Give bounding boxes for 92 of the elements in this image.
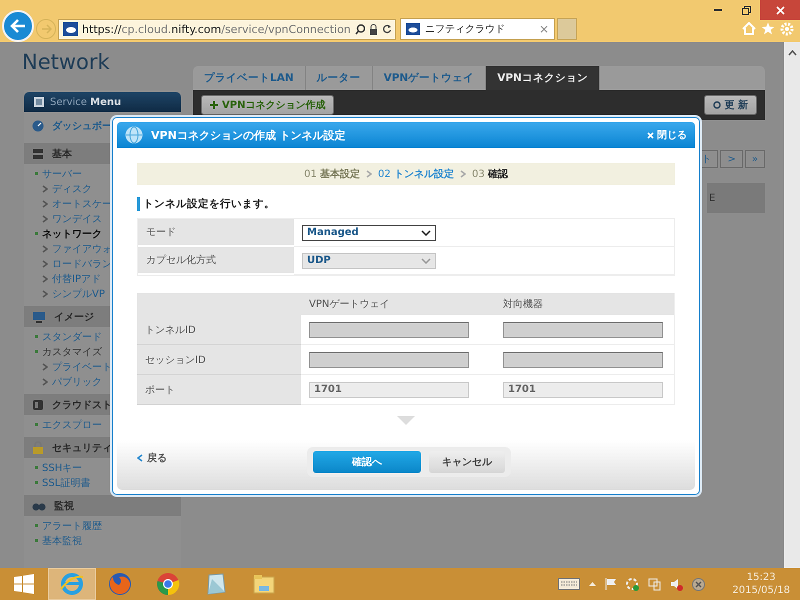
menu-section[interactable]: 監視 <box>24 495 181 516</box>
menu-item[interactable]: ディスク <box>35 181 181 196</box>
caret-up-icon <box>589 582 596 586</box>
network-icon <box>648 578 662 590</box>
server-icon <box>32 148 44 160</box>
list-icon <box>34 97 44 107</box>
sync-icon <box>626 578 640 590</box>
section-heading: トンネル設定を行います。 <box>137 197 675 211</box>
row-label: ポート <box>137 375 301 405</box>
tab-close-button[interactable]: × <box>538 22 549 36</box>
speaker-muted-icon <box>670 578 684 590</box>
menu-item[interactable]: 基本監視 <box>35 533 181 548</box>
browser-icon <box>107 571 133 597</box>
triangle-down-icon <box>397 416 415 425</box>
column-header: 対向機器 <box>495 293 674 315</box>
pager-button[interactable]: > <box>720 150 743 168</box>
scrollbar[interactable] <box>784 42 800 568</box>
create-button[interactable]: VPNコネクション作成 <box>201 95 334 115</box>
menu-item[interactable]: エクスプロー <box>35 417 181 432</box>
windows-logo-icon <box>14 574 34 594</box>
lock-icon <box>32 441 44 454</box>
list-panel: E <box>707 183 765 213</box>
minimize-icon <box>714 9 722 11</box>
close-button[interactable] <box>760 0 800 20</box>
caret-icon <box>421 230 431 236</box>
input-field[interactable] <box>503 352 663 368</box>
storage-icon <box>32 398 44 410</box>
page-title: Network <box>22 49 111 76</box>
input-field[interactable] <box>309 352 469 368</box>
section-title: クラウドスト <box>52 398 112 412</box>
globe-icon <box>125 126 143 144</box>
taskbar-app[interactable] <box>48 568 96 600</box>
input-field[interactable]: 1701 <box>309 382 469 398</box>
binoculars-icon <box>32 500 46 510</box>
row-label: トンネルID <box>137 315 301 345</box>
section-title: 監視 <box>54 500 74 512</box>
step: 01 基本設定 <box>304 167 360 181</box>
section-title: イメージ <box>54 310 94 324</box>
back-button[interactable] <box>2 10 34 42</box>
section-title: 基本 <box>52 148 72 160</box>
lock-icon <box>369 24 378 34</box>
step: 02 トンネル設定 <box>378 167 454 181</box>
browser-icon <box>155 571 181 597</box>
pager-button[interactable]: » <box>744 150 765 168</box>
url-text: https://cp.cloud.nifty.com/service/vpnConnection <box>82 22 351 36</box>
confirm-button[interactable]: 確認へ <box>313 451 421 473</box>
browser-tab[interactable]: ニフティクラウド × <box>400 18 555 40</box>
search-icon <box>354 24 366 34</box>
column-header: VPNゲートウェイ <box>301 293 495 315</box>
chevron-icon <box>366 170 372 178</box>
caret-up-icon <box>788 50 796 56</box>
row-label: セッションID <box>137 345 301 375</box>
home-icon <box>742 22 756 35</box>
menu-title: Service Menu <box>50 96 122 108</box>
input-field[interactable] <box>309 322 469 338</box>
menu-item[interactable]: SSL証明書 <box>35 475 181 490</box>
chevron-left-icon <box>137 454 143 462</box>
close-icon <box>776 6 784 14</box>
caret-icon <box>421 258 431 264</box>
arrow-left-icon <box>10 19 26 33</box>
keyboard-icon <box>558 578 580 590</box>
close-button[interactable]: 閉じる <box>647 128 687 142</box>
monitor-icon <box>32 310 46 322</box>
gauge-icon <box>32 120 44 132</box>
refresh-button[interactable]: 更 新 <box>704 95 757 115</box>
input-field[interactable]: 1701 <box>503 382 663 398</box>
clock-time: 15:23 <box>746 571 776 584</box>
step: 03 確認 <box>472 167 508 181</box>
dialog-title: VPNコネクションの作成 トンネル設定 <box>151 128 347 142</box>
dropdown[interactable]: Managed <box>302 224 436 240</box>
restore-icon <box>742 6 750 14</box>
menu-item[interactable]: アラート履歴 <box>35 518 181 533</box>
browser-icon <box>59 571 85 597</box>
cloud-icon <box>63 22 78 36</box>
menu-item[interactable]: シンプルVP <box>35 286 181 301</box>
chevron-icon <box>460 170 466 178</box>
tab[interactable]: VPNコネクション <box>486 66 600 90</box>
field-label: カプセル化方式 <box>138 247 294 275</box>
menu-item[interactable]: サーバー <box>35 166 181 181</box>
clock-date: 2015/05/18 <box>732 584 790 597</box>
field-label: モード <box>138 219 294 247</box>
settings-icon <box>780 22 794 36</box>
close-icon <box>647 132 654 138</box>
error-icon <box>692 578 706 590</box>
input-field[interactable] <box>503 322 663 338</box>
flag-icon <box>605 578 618 590</box>
cloud-icon <box>406 23 420 35</box>
section-title: セキュリティ <box>52 442 112 454</box>
address-bar[interactable]: https://cp.cloud.nifty.com/service/vpnConnection <box>58 18 396 40</box>
arrow-right-icon <box>40 24 52 34</box>
star-icon <box>761 22 775 35</box>
plus-icon <box>210 101 218 109</box>
